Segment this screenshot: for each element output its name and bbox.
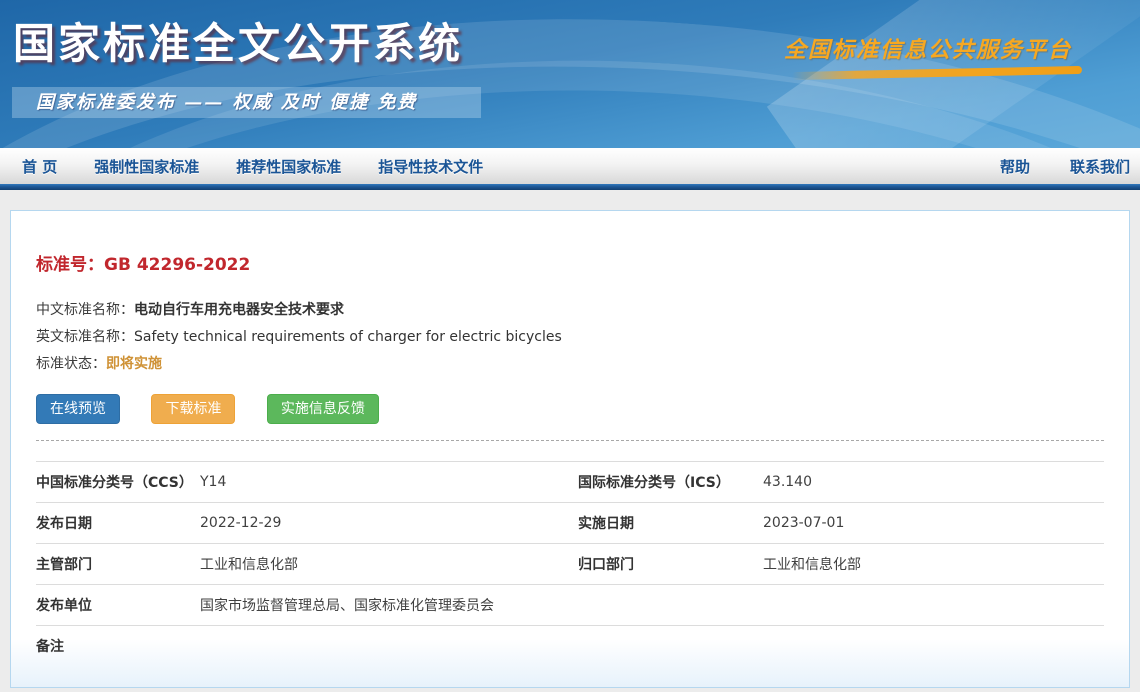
- status-row: 标准状态：即将实施: [36, 351, 1114, 378]
- implementation-feedback-button[interactable]: 实施信息反馈: [267, 394, 379, 424]
- status-badge: 即将实施: [106, 356, 162, 372]
- nav-item-home[interactable]: 首 页: [22, 156, 57, 177]
- issuer-value: 国家市场监督管理总局、国家标准化管理委员会: [200, 595, 1104, 615]
- nav-item-contact-us[interactable]: 联系我们: [1070, 156, 1130, 177]
- table-row-departments: 主管部门 工业和信息化部 归口部门 工业和信息化部: [36, 543, 1104, 584]
- cn-name-label: 中文标准名称：: [36, 302, 134, 318]
- ccs-label: 中国标准分类号（CCS）: [36, 472, 200, 492]
- nav-item-mandatory-standards[interactable]: 强制性国家标准: [94, 156, 199, 177]
- publisher-banner: 国家标准委发布 —— 权威 及时 便捷 免费: [12, 87, 481, 118]
- table-row-dates: 发布日期 2022-12-29 实施日期 2023-07-01: [36, 502, 1104, 543]
- nav-right-group: 帮助 联系我们: [960, 156, 1140, 177]
- nav-item-help[interactable]: 帮助: [1000, 156, 1030, 177]
- ics-value: 43.140: [763, 474, 1104, 490]
- centralized-dept-value: 工业和信息化部: [763, 554, 1104, 574]
- nav-left-group: 首 页 强制性国家标准 推荐性国家标准 指导性技术文件: [0, 156, 520, 177]
- implement-date-value: 2023-07-01: [763, 515, 1104, 531]
- standard-number-heading: 标准号：GB 42296-2022: [26, 253, 1114, 277]
- competent-dept-label: 主管部门: [36, 554, 200, 574]
- implement-date-label: 实施日期: [578, 513, 763, 533]
- centralized-dept-label: 归口部门: [578, 554, 763, 574]
- dashed-divider: [36, 440, 1104, 441]
- en-name-row: 英文标准名称：Safety technical requirements of …: [36, 324, 1114, 351]
- publish-date-label: 发布日期: [36, 513, 200, 533]
- standard-number-label: 标准号：: [36, 255, 104, 275]
- standard-detail-panel: 标准号：GB 42296-2022 中文标准名称：电动自行车用充电器安全技术要求…: [10, 210, 1130, 688]
- standard-details-table: 中国标准分类号（CCS） Y14 国际标准分类号（ICS） 43.140 发布日…: [36, 461, 1104, 666]
- publish-date-value: 2022-12-29: [200, 515, 578, 531]
- site-title: 国家标准全文公开系统: [13, 10, 463, 71]
- standard-number-value: GB 42296-2022: [104, 255, 250, 275]
- en-name-label: 英文标准名称：: [36, 329, 134, 345]
- platform-logo-text: 全国标准信息公共服务平台: [784, 32, 1072, 64]
- online-preview-button[interactable]: 在线预览: [36, 394, 120, 424]
- status-label: 标准状态：: [36, 356, 106, 372]
- nav-item-recommended-standards[interactable]: 推荐性国家标准: [236, 156, 341, 177]
- standard-name-fields: 中文标准名称：电动自行车用充电器安全技术要求 英文标准名称：Safety tec…: [26, 297, 1114, 378]
- table-row-classification: 中国标准分类号（CCS） Y14 国际标准分类号（ICS） 43.140: [36, 461, 1104, 502]
- download-standard-button[interactable]: 下载标准: [151, 394, 235, 424]
- nav-item-guiding-documents[interactable]: 指导性技术文件: [378, 156, 483, 177]
- platform-underline-graphic: [792, 66, 1082, 80]
- site-header: 国家标准全文公开系统 国家标准委发布 —— 权威 及时 便捷 免费 全国标准信息…: [0, 0, 1140, 148]
- cn-name-value: 电动自行车用充电器安全技术要求: [134, 302, 344, 318]
- ics-label: 国际标准分类号（ICS）: [578, 472, 763, 492]
- nav-underline-bar: [0, 184, 1140, 190]
- main-nav: 首 页 强制性国家标准 推荐性国家标准 指导性技术文件 帮助 联系我们: [0, 148, 1140, 184]
- issuer-label: 发布单位: [36, 595, 200, 615]
- ccs-value: Y14: [200, 474, 578, 490]
- publisher-banner-text: 国家标准委发布 —— 权威 及时 便捷 免费: [36, 92, 417, 113]
- action-buttons-row: 在线预览 下载标准 实施信息反馈: [26, 394, 1114, 424]
- competent-dept-value: 工业和信息化部: [200, 554, 578, 574]
- cn-name-row: 中文标准名称：电动自行车用充电器安全技术要求: [36, 297, 1114, 324]
- table-row-issuer: 发布单位 国家市场监督管理总局、国家标准化管理委员会: [36, 584, 1104, 625]
- table-row-remarks: 备注: [36, 625, 1104, 666]
- en-name-value: Safety technical requirements of charger…: [134, 329, 562, 345]
- remarks-label: 备注: [36, 636, 200, 656]
